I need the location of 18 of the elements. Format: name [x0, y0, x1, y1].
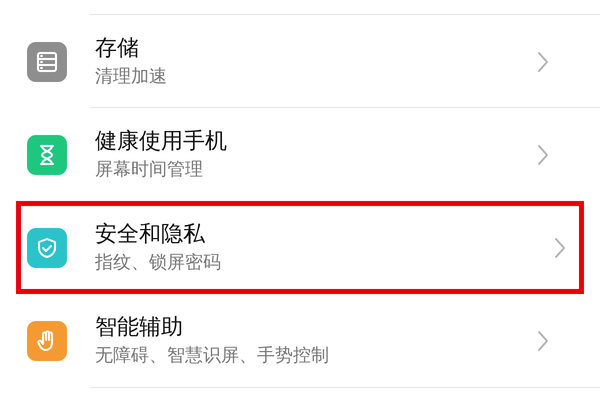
setting-title: 智能辅助 — [95, 314, 184, 342]
setting-title: 健康使用手机 — [95, 128, 228, 156]
highlighted-settings-row[interactable]: 安全和隐私 指纹、锁屏密码 — [16, 201, 584, 294]
chevron-right-icon — [537, 144, 549, 166]
setting-subtitle: 指纹、锁屏密码 — [95, 250, 222, 274]
setting-subtitle: 清理加速 — [95, 64, 168, 88]
settings-row[interactable]: 智能辅助 无障碍、智慧识屏、手势控制 — [0, 294, 600, 387]
setting-subtitle: 屏幕时间管理 — [95, 158, 204, 182]
setting-title: 安全和隐私 — [95, 220, 206, 248]
storage-icon — [35, 50, 59, 74]
setting-title: 存储 — [95, 34, 140, 62]
chevron-right-icon — [537, 50, 549, 72]
shield-check-icon — [35, 236, 59, 260]
chevron-right-icon — [537, 330, 549, 352]
chevron-right-icon — [554, 236, 566, 258]
settings-row[interactable]: 存储 清理加速 — [0, 15, 600, 108]
setting-subtitle: 无障碍、智慧识屏、手势控制 — [95, 344, 330, 368]
settings-row[interactable]: 健康使用手机 屏幕时间管理 — [0, 108, 600, 201]
